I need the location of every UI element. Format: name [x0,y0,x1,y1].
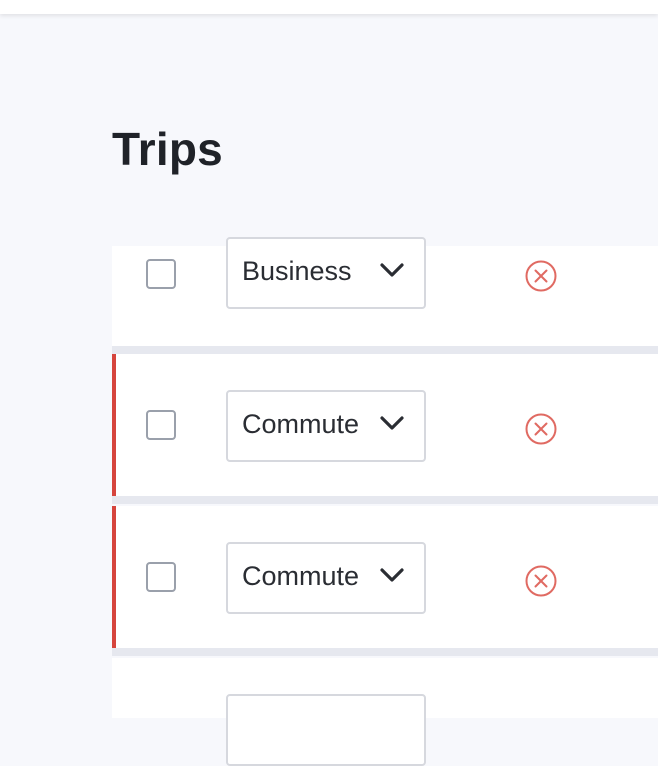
row-divider [112,346,658,354]
trip-category-value: Commute [242,409,360,439]
trip-category-select[interactable]: Commute [226,542,426,614]
trip-row [112,658,658,766]
trip-category-select[interactable] [226,694,426,766]
trip-category-select[interactable]: Commute [226,390,426,462]
circle-x-icon[interactable] [524,412,558,446]
trip-row: Commute [112,506,658,648]
trip-checkbox[interactable] [146,410,176,440]
trip-row: Commute [112,354,658,496]
trip-category-value: Commute [242,561,360,591]
circle-x-icon[interactable] [524,564,558,598]
row-divider [112,496,658,504]
page-title: Trips [112,123,223,175]
trip-row: Business [112,237,658,346]
trip-category-value: Business [242,256,352,286]
top-bar [0,0,658,14]
trip-checkbox[interactable] [146,562,176,592]
trip-checkbox[interactable] [146,259,176,289]
chevron-down-icon [380,416,404,430]
chevron-down-icon [380,568,404,582]
chevron-down-icon [380,263,404,277]
row-divider [112,648,658,656]
circle-x-icon[interactable] [524,259,558,293]
trip-category-select[interactable]: Business [226,237,426,309]
